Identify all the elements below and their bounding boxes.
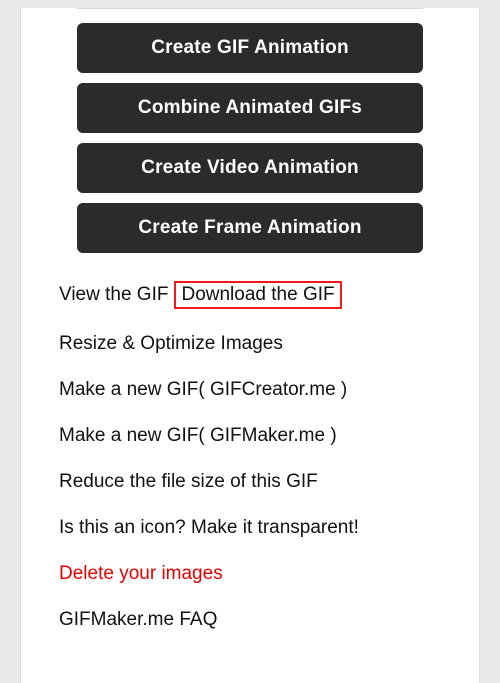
delete-images-link[interactable]: Delete your images [59,563,223,585]
action-buttons: Create GIF Animation Combine Animated GI… [41,23,459,253]
reduce-size-link[interactable]: Reduce the file size of this GIF [59,471,318,493]
view-gif-link[interactable]: View the GIF [59,284,168,306]
faq-link[interactable]: GIFMaker.me FAQ [59,609,217,631]
resize-optimize-link[interactable]: Resize & Optimize Images [59,333,283,355]
divider [77,8,423,9]
create-frame-animation-button[interactable]: Create Frame Animation [77,203,423,253]
create-video-animation-button[interactable]: Create Video Animation [77,143,423,193]
combine-animated-gifs-button[interactable]: Combine Animated GIFs [77,83,423,133]
main-panel: Create GIF Animation Combine Animated GI… [20,8,480,683]
download-gif-link[interactable]: Download the GIF [181,284,334,305]
link-list: View the GIF Download the GIF Resize & O… [41,253,459,631]
create-gif-animation-button[interactable]: Create GIF Animation [77,23,423,73]
download-gif-highlight: Download the GIF [174,281,341,309]
make-transparent-link[interactable]: Is this an icon? Make it transparent! [59,517,359,539]
make-gif-maker-link[interactable]: Make a new GIF( GIFMaker.me ) [59,425,337,447]
view-download-row: View the GIF Download the GIF [59,281,441,309]
make-gif-creator-link[interactable]: Make a new GIF( GIFCreator.me ) [59,379,347,401]
